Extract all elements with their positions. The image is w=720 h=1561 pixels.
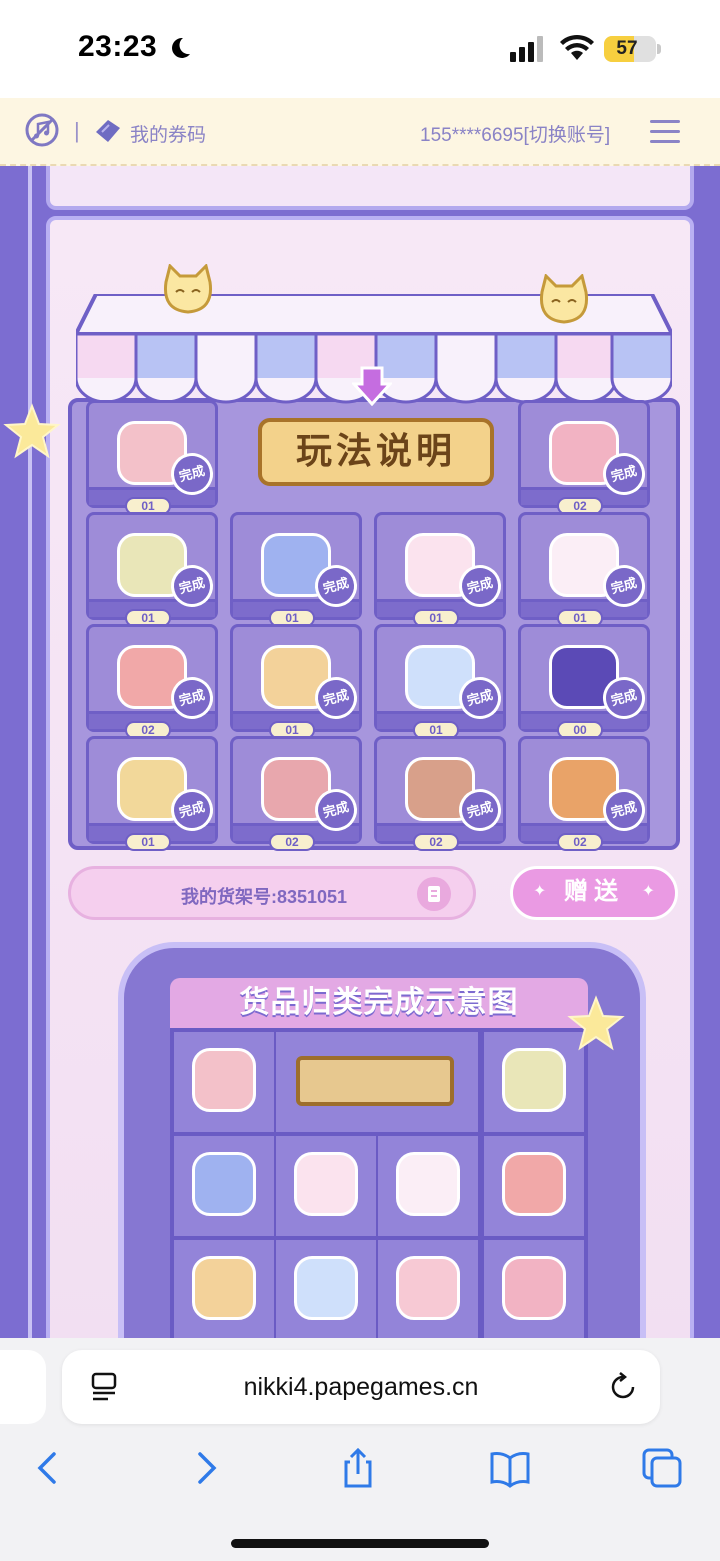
suitcase-item [294, 1256, 358, 1320]
top-banner-strip [46, 166, 694, 210]
diagram-cell [276, 1136, 376, 1236]
sparkle-icon: ✦ [641, 883, 655, 900]
crystal-ball-item [396, 1256, 460, 1320]
item-count: 02 [557, 833, 603, 851]
copy-icon[interactable] [417, 877, 451, 911]
site-header: | 我的券码 155****6695[切换账号] [0, 98, 720, 166]
shelf-cell[interactable]: 完成 01 [230, 512, 362, 627]
header-separator: | [74, 118, 80, 143]
diagram-cell [174, 1240, 274, 1338]
menu-icon[interactable] [650, 120, 680, 144]
moon-icon [172, 37, 190, 58]
shelf-cell[interactable]: 完成 02 [518, 400, 650, 515]
cat-mascot-icon [163, 264, 213, 314]
reload-icon[interactable] [608, 1372, 638, 1402]
item-count: 02 [413, 833, 459, 851]
left-rail [28, 166, 32, 1338]
gift-button[interactable]: ✦ 赠送 ✦ [510, 866, 678, 920]
bunny-cap-item [192, 1256, 256, 1320]
shelf-cell[interactable]: 完成 02 [86, 624, 218, 739]
shelf-cell[interactable]: 完成 01 [86, 400, 218, 515]
diagram-cell [174, 1032, 274, 1132]
shelf-cell[interactable]: 完成 00 [518, 624, 650, 739]
status-bar: 23:23 57 [0, 0, 720, 98]
diagram-cell [378, 1240, 478, 1338]
home-indicator [231, 1539, 489, 1548]
previous-tab-preview[interactable] [0, 1350, 46, 1424]
my-voucher-link[interactable]: 我的券码 [130, 120, 206, 147]
shelf-number-label: 我的货架号:8351051 [181, 887, 348, 907]
item-count: 01 [125, 833, 171, 851]
diagram-cell [484, 1136, 584, 1236]
shelf-cell[interactable]: 完成 02 [374, 736, 506, 851]
flower-box-item [192, 1152, 256, 1216]
shelf-cell[interactable]: 完成 01 [374, 624, 506, 739]
tabs-icon[interactable] [640, 1446, 684, 1490]
item-count: 02 [269, 833, 315, 851]
bookmarks-icon[interactable] [488, 1446, 532, 1490]
shelf-cell[interactable]: 完成 01 [230, 624, 362, 739]
diagram-cell [174, 1136, 274, 1236]
share-icon[interactable] [336, 1446, 380, 1490]
bunny-mug-item [502, 1152, 566, 1216]
sparkle-icon: ✦ [533, 883, 547, 900]
diagram-plaque [296, 1056, 454, 1106]
diagram-title: 货品归类完成示意图 [170, 978, 588, 1028]
shell-ring-item [396, 1152, 460, 1216]
star-icon [3, 403, 61, 459]
diagram-cell [378, 1136, 478, 1236]
cat-mascot-icon [539, 274, 589, 324]
shelf-number-bar: 我的货架号:8351051 [68, 866, 476, 920]
account-switch-link[interactable]: 155****6695[切换账号] [420, 120, 610, 147]
diagram-cell [276, 1240, 376, 1338]
milk-carton-item [502, 1256, 566, 1320]
wifi-icon [560, 34, 594, 60]
diagram-cell [484, 1240, 584, 1338]
backpack-item [192, 1048, 256, 1112]
photo-album-item [502, 1048, 566, 1112]
cellular-signal-icon [510, 36, 543, 62]
music-toggle-icon[interactable] [24, 112, 60, 148]
back-icon[interactable] [26, 1446, 70, 1490]
shelf-cell[interactable]: 完成 01 [518, 512, 650, 627]
voucher-ticket-icon [96, 120, 120, 142]
shelf-cell[interactable]: 完成 01 [86, 736, 218, 851]
battery-tip [657, 44, 661, 54]
shelf-cell[interactable]: 完成 01 [86, 512, 218, 627]
game-area: 完成 01 完成 02 完成 01 完成 01 完成 01 完成 01 完成 02 完成 01 完成 01 完成 00… [0, 166, 720, 1338]
address-bar[interactable]: nikki4.papegames.cn [62, 1350, 660, 1424]
gift-button-label: 赠送 [564, 878, 624, 905]
url-text: nikki4.papegames.cn [243, 1373, 479, 1401]
perfume-bottle-item [294, 1152, 358, 1216]
battery-indicator: 57 [604, 36, 656, 62]
shelf-cell[interactable]: 完成 02 [230, 736, 362, 851]
battery-percent: 57 [616, 38, 638, 59]
shelf-cell[interactable]: 完成 01 [374, 512, 506, 627]
status-time: 23:23 [78, 30, 158, 63]
forward-icon[interactable] [184, 1446, 228, 1490]
down-arrow-icon [352, 366, 392, 406]
how-to-play-button[interactable]: 玩法说明 [258, 418, 494, 486]
star-icon [567, 995, 625, 1051]
shelf-cell[interactable]: 完成 02 [518, 736, 650, 851]
